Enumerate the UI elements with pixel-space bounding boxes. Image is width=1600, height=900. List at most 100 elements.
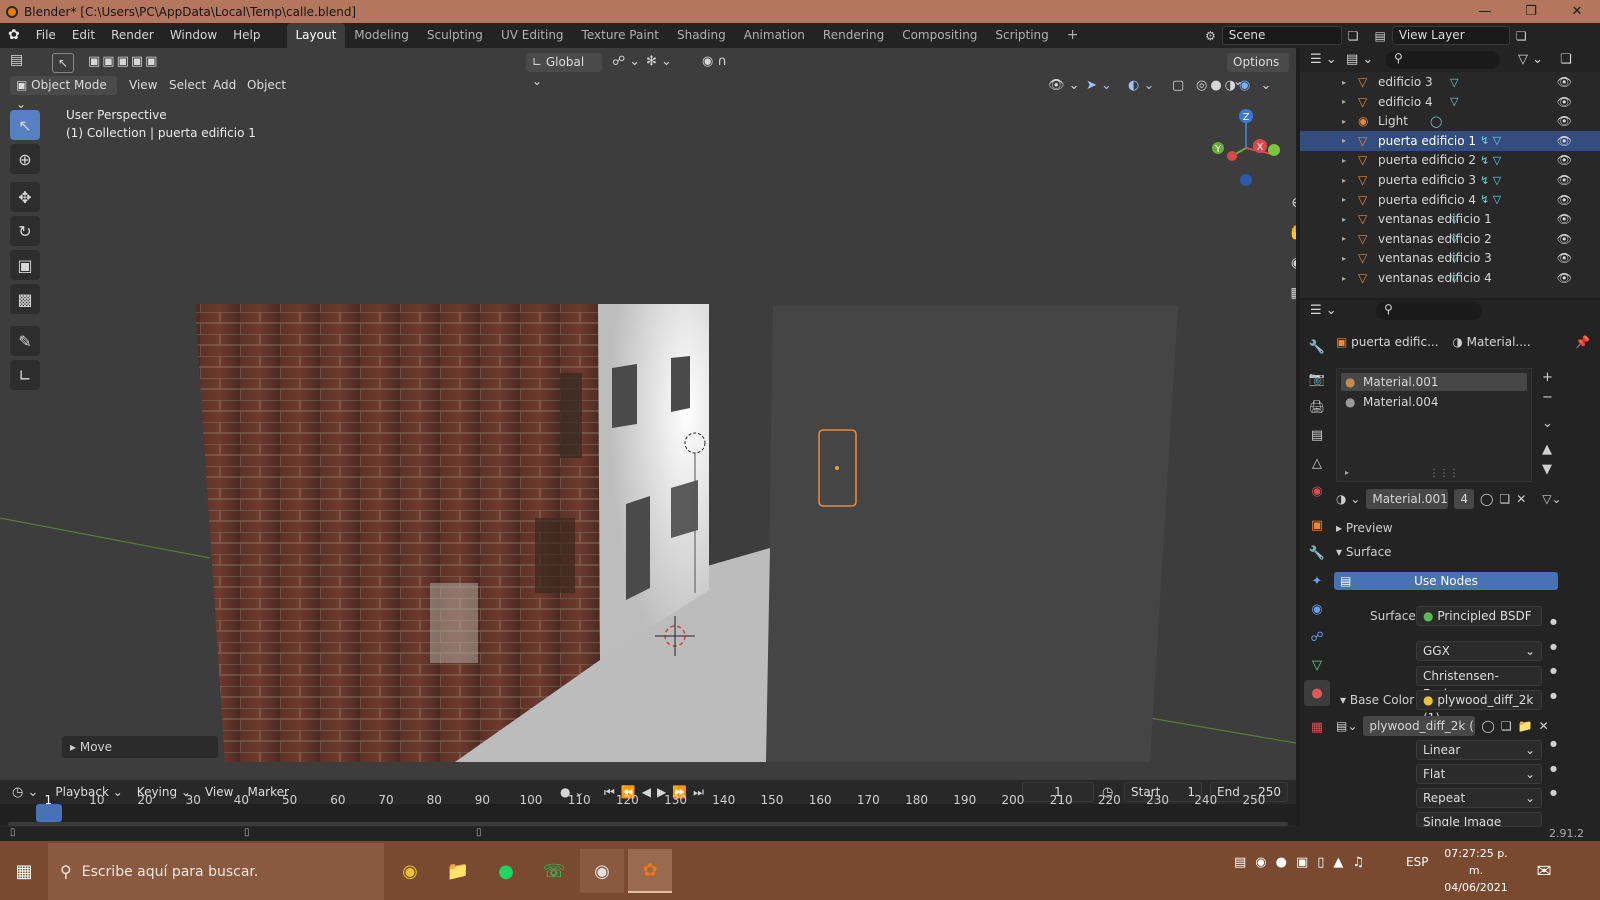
mesh-data-icon[interactable]: ▽ xyxy=(1450,76,1458,89)
3d-viewport[interactable]: ▤ ↖ ▣▣▣▣▣ ∟ Global ⌄ ☍ ⌄ ✻ ⌄ ◉ ∩ Options… xyxy=(0,48,1296,780)
image-unlink-icon[interactable]: ✕ xyxy=(1539,719,1549,733)
expand-arrow-icon[interactable]: ▸ xyxy=(1342,97,1354,106)
visibility-eye-icon[interactable]: 👁 xyxy=(1557,75,1572,89)
expand-arrow-icon[interactable]: ▸ xyxy=(1342,78,1354,87)
outliner-item[interactable]: ▸ ▽ edificio 4 ▽ 👁 xyxy=(1300,92,1600,112)
visibility-eye-icon[interactable]: 👁 xyxy=(1557,251,1572,265)
remove-slot-icon[interactable]: − xyxy=(1542,388,1553,408)
windows-start-icon[interactable]: ▦ xyxy=(2,849,46,893)
outliner-item[interactable]: ▸ ▽ puerta edificio 3 ↯ ▽ 👁 xyxy=(1300,170,1600,190)
tab-animation[interactable]: Animation xyxy=(735,23,814,48)
slot-specials-icon[interactable]: ⌄ xyxy=(1542,414,1553,434)
outliner-item[interactable]: ▸ ◉ Light ◯ 👁 xyxy=(1300,111,1600,131)
view-layer-props-icon[interactable]: ▤ xyxy=(1304,422,1330,448)
tab-layout[interactable]: Layout xyxy=(286,23,346,48)
tool-transform[interactable]: ▩ xyxy=(10,284,40,314)
timeline-editor-icon[interactable]: ◷ ⌄ xyxy=(12,785,38,800)
tab-modeling[interactable]: Modeling xyxy=(345,23,418,48)
clock[interactable]: 07:27:25 p. m. 04/06/2021 xyxy=(1438,845,1514,896)
select-mode-icons[interactable]: ▣▣▣▣▣ xyxy=(88,54,159,69)
properties-editor-icon[interactable]: ☰ ⌄ xyxy=(1310,303,1337,318)
interpolation-dropdown[interactable]: Linear ⌄ xyxy=(1416,740,1542,760)
menu-render[interactable]: Render xyxy=(103,23,162,48)
add-slot-icon[interactable]: + xyxy=(1542,368,1553,388)
menu-edit[interactable]: Edit xyxy=(64,23,103,48)
menu-object[interactable]: Object xyxy=(240,76,293,95)
outliner-item[interactable]: ▸ ▽ puerta edificio 4 ↯ ▽ 👁 xyxy=(1300,190,1600,210)
transform-orientation-dropdown[interactable]: ∟ Global ⌄ xyxy=(526,53,602,88)
visibility-eye-icon[interactable]: 👁 xyxy=(1557,173,1572,187)
world-props-icon[interactable]: ◉ xyxy=(1304,478,1330,504)
minimize-icon[interactable]: — xyxy=(1462,0,1508,23)
visibility-eye-icon[interactable]: 👁 xyxy=(1557,212,1572,226)
tool-annotate[interactable]: ✎ xyxy=(10,326,40,356)
display-mode-icon[interactable]: ▤ ⌄ xyxy=(1346,52,1373,67)
menu-file[interactable]: File xyxy=(28,23,64,48)
resize-handle-icon[interactable]: ⋮⋮⋮ xyxy=(1429,468,1459,479)
light-data-icon[interactable]: ◯ xyxy=(1430,115,1442,128)
base-color-field[interactable]: ● plywood_diff_2k (1)... xyxy=(1416,690,1542,725)
outliner-item[interactable]: ▸ ▽ ventanas edificio 1 ▽ 👁 xyxy=(1300,209,1600,229)
mesh-data-icon[interactable]: ▽ xyxy=(1450,213,1458,226)
xray-icon[interactable]: ▢ xyxy=(1172,78,1184,93)
modifier-icon[interactable]: ↯ ▽ xyxy=(1480,193,1501,206)
tab-rendering[interactable]: Rendering xyxy=(814,23,893,48)
options-dropdown[interactable]: Options ⌄ xyxy=(1227,53,1289,88)
visibility-eye-icon[interactable]: 👁 xyxy=(1557,95,1572,109)
image-browse-icon[interactable]: ▤⌄ xyxy=(1336,719,1357,733)
output-props-icon[interactable]: 🖨 xyxy=(1304,394,1330,420)
tab-compositing[interactable]: Compositing xyxy=(893,23,986,48)
outliner-item[interactable]: ▸ ▽ ventanas edificio 2 ▽ 👁 xyxy=(1300,229,1600,249)
visibility-eye-icon[interactable]: 👁 xyxy=(1557,114,1572,128)
menu-window[interactable]: Window xyxy=(162,23,225,48)
pin-icon[interactable]: 📌 xyxy=(1575,332,1590,352)
visibility-eye-icon[interactable]: 👁 xyxy=(1557,193,1572,207)
render-props-icon[interactable]: 📷 xyxy=(1304,366,1330,392)
duplicate-icon[interactable]: ❏ xyxy=(1499,492,1510,506)
tab-uv-editing[interactable]: UV Editing xyxy=(492,23,573,48)
last-operator-panel[interactable]: ▸ Move xyxy=(62,736,218,758)
fake-user-icon[interactable]: ◯ xyxy=(1480,492,1493,506)
blender-taskbar-icon[interactable]: ✿ xyxy=(628,849,672,893)
tool-measure[interactable]: ∟ xyxy=(10,360,40,390)
move-up-icon[interactable]: ▲ xyxy=(1542,440,1553,460)
modifier-icon[interactable]: ↯ ▽ xyxy=(1480,174,1501,187)
surface-shader-field[interactable]: ● Principled BSDF xyxy=(1416,606,1542,626)
expand-arrow-icon[interactable]: ▸ xyxy=(1342,254,1354,263)
chrome-icon[interactable]: ◉ xyxy=(388,849,432,893)
select-box-icon[interactable]: ↖ xyxy=(52,53,74,73)
use-nodes-button[interactable]: ▤ Use Nodes xyxy=(1334,572,1558,590)
image-name-field[interactable]: plywood_diff_2k (1).... xyxy=(1363,716,1476,736)
view-layer-icon[interactable]: ▤ xyxy=(1375,29,1386,43)
expand-arrow-icon[interactable]: ▸ xyxy=(1342,215,1354,224)
add-workspace-button[interactable]: + xyxy=(1058,23,1088,48)
unlink-icon[interactable]: ✕ xyxy=(1516,492,1526,506)
proportional-edit-icon[interactable]: ◉ ∩ xyxy=(702,54,727,69)
mesh-data-icon[interactable]: ▽ xyxy=(1450,272,1458,285)
user-count[interactable]: 4 xyxy=(1454,489,1474,509)
tab-sculpting[interactable]: Sculpting xyxy=(418,23,492,48)
mesh-data-icon[interactable]: ▽ xyxy=(1450,252,1458,265)
visibility-eye-icon[interactable]: 👁 xyxy=(1557,271,1572,285)
restore-icon[interactable]: ❐ xyxy=(1508,0,1554,23)
modifier-props-icon[interactable]: 🔧 xyxy=(1304,540,1330,566)
navigation-gizmo[interactable]: Z X Y xyxy=(1206,106,1286,196)
tool-props-icon[interactable]: 🔧 xyxy=(1304,334,1330,360)
visibility-eye-icon[interactable]: 👁 xyxy=(1557,153,1572,167)
new-scene-icon[interactable]: ❏ xyxy=(1348,29,1359,43)
file-explorer-icon[interactable]: 📁 xyxy=(436,849,480,893)
view-layer-selector[interactable]: View Layer xyxy=(1391,26,1510,45)
tab-shading[interactable]: Shading xyxy=(668,23,735,48)
outliner-editor-icon[interactable]: ☰ ⌄ xyxy=(1310,52,1337,67)
expand-arrow-icon[interactable]: ▸ xyxy=(1342,195,1354,204)
mesh-data-icon[interactable]: ▽ xyxy=(1450,232,1458,245)
mode-dropdown[interactable]: ▣ Object Mode ⌄ xyxy=(10,76,117,111)
chrome-profile-icon[interactable]: ◉ xyxy=(580,849,624,893)
overlay-toggle-icon[interactable]: ◐ ⌄ xyxy=(1128,78,1154,93)
outliner-item[interactable]: ▸ ▽ ventanas edificio 4 ▽ 👁 xyxy=(1300,268,1600,288)
outliner-item[interactable]: ▸ ▽ edificio 3 ▽ 👁 xyxy=(1300,72,1600,92)
outliner-search-input[interactable]: ⚲ xyxy=(1386,51,1500,69)
physics-props-icon[interactable]: ◉ xyxy=(1304,596,1330,622)
material-slot-item[interactable]: ● Material.001 xyxy=(1341,373,1527,391)
timeline-scrollbar[interactable] xyxy=(8,822,1288,826)
